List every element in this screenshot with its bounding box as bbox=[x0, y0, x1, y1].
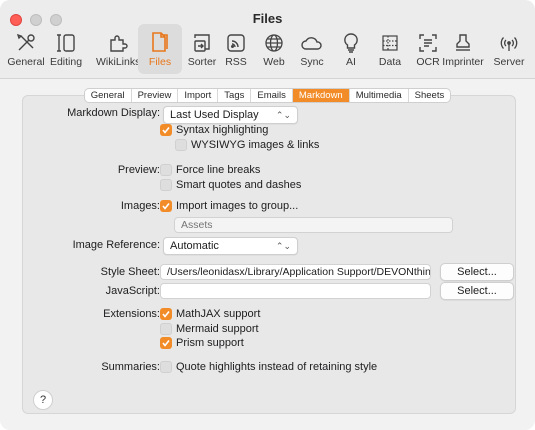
javascript-field[interactable] bbox=[160, 283, 431, 299]
tab-emails[interactable]: Emails bbox=[251, 89, 293, 102]
popup-value: Last Used Display bbox=[170, 109, 259, 121]
assets-group-field[interactable] bbox=[174, 217, 453, 233]
toolbar-label: Editing bbox=[49, 56, 83, 68]
mermaid-checkbox[interactable] bbox=[160, 323, 172, 335]
quote-highlights-checkbox[interactable] bbox=[160, 361, 172, 373]
tab-tags[interactable]: Tags bbox=[218, 89, 252, 102]
import-images-checkbox[interactable] bbox=[160, 200, 172, 212]
toolbar-label: Server bbox=[493, 56, 525, 68]
preferences-window: Files General Editing WikiLinks Files So… bbox=[0, 0, 535, 430]
toolbar-wikilinks[interactable]: WikiLinks bbox=[96, 28, 140, 72]
force-line-breaks-checkbox[interactable] bbox=[160, 164, 172, 176]
tab-bar: General Preview Import Tags Emails Markd… bbox=[0, 88, 535, 103]
style-sheet-label: Style Sheet: bbox=[100, 266, 160, 278]
editing-icon bbox=[44, 28, 88, 54]
tab-multimedia[interactable]: Multimedia bbox=[350, 89, 409, 102]
quote-highlights-label: Quote highlights instead of retaining st… bbox=[176, 361, 378, 373]
images-label: Images: bbox=[120, 200, 160, 212]
image-reference-popup[interactable]: Automatic ⌃⌄ bbox=[163, 237, 298, 255]
tab-import[interactable]: Import bbox=[178, 89, 219, 102]
mermaid-label: Mermaid support bbox=[176, 323, 259, 335]
syntax-highlighting-checkbox[interactable] bbox=[160, 124, 172, 136]
javascript-select-button[interactable]: Select... bbox=[440, 282, 514, 300]
toolbar-label: Files bbox=[148, 56, 172, 68]
popup-value: Automatic bbox=[170, 240, 219, 252]
toolbar-label: Sync bbox=[300, 56, 324, 68]
image-reference-label: Image Reference: bbox=[72, 239, 160, 251]
chevron-updown-icon: ⌃⌄ bbox=[275, 110, 291, 120]
tab-preview[interactable]: Preview bbox=[132, 89, 179, 102]
smart-quotes-label: Smart quotes and dashes bbox=[176, 179, 302, 191]
toolbar-label: WikiLinks bbox=[96, 56, 141, 68]
toolbar-label: AI bbox=[346, 56, 356, 68]
javascript-label: JavaScript: bbox=[105, 285, 160, 297]
tab-markdown[interactable]: Markdown bbox=[292, 89, 350, 102]
prism-checkbox[interactable] bbox=[160, 337, 172, 349]
toolbar-general[interactable]: General bbox=[4, 28, 48, 72]
stamp-icon bbox=[441, 28, 485, 54]
toolbar-editing[interactable]: Editing bbox=[44, 28, 88, 72]
toolbar-files[interactable]: Files bbox=[138, 24, 182, 74]
extensions-label: Extensions: bbox=[103, 308, 160, 320]
style-sheet-field[interactable]: /Users/leonidasx/Library/Application Sup… bbox=[160, 264, 431, 280]
preview-label: Preview: bbox=[117, 164, 160, 176]
style-sheet-select-button[interactable]: Select... bbox=[440, 263, 514, 281]
window-title: Files bbox=[252, 11, 283, 26]
broadcast-icon bbox=[487, 28, 531, 54]
toolbar-sync[interactable]: Sync bbox=[290, 28, 334, 72]
chevron-updown-icon: ⌃⌄ bbox=[275, 241, 291, 251]
tab-general[interactable]: General bbox=[85, 89, 132, 102]
force-line-breaks-label: Force line breaks bbox=[176, 164, 261, 176]
toolbar-server[interactable]: Server bbox=[487, 28, 531, 72]
mathjax-label: MathJAX support bbox=[176, 308, 261, 320]
toolbar-ai[interactable]: AI bbox=[329, 28, 373, 72]
markdown-display-popup[interactable]: Last Used Display ⌃⌄ bbox=[163, 106, 298, 124]
toolbar-label: Imprinter bbox=[442, 56, 484, 68]
import-images-label: Import images to group... bbox=[176, 200, 299, 212]
toolbar-label: General bbox=[7, 56, 45, 68]
mathjax-checkbox[interactable] bbox=[160, 308, 172, 320]
markdown-display-label: Markdown Display: bbox=[67, 107, 160, 119]
toolbar: Files General Editing WikiLinks Files So… bbox=[0, 0, 535, 79]
puzzle-icon bbox=[96, 28, 140, 54]
syntax-highlighting-label: Syntax highlighting bbox=[176, 124, 269, 136]
wrench-screwdriver-icon bbox=[4, 28, 48, 54]
tab-sheets[interactable]: Sheets bbox=[409, 89, 451, 102]
toolbar-imprinter[interactable]: Imprinter bbox=[441, 28, 485, 72]
prism-label: Prism support bbox=[176, 337, 244, 349]
files-icon bbox=[138, 24, 182, 54]
smart-quotes-checkbox[interactable] bbox=[160, 179, 172, 191]
help-button[interactable]: ? bbox=[33, 390, 53, 410]
summaries-label: Summaries: bbox=[101, 361, 160, 373]
cloud-icon bbox=[290, 28, 334, 54]
wysiwyg-label: WYSIWYG images & links bbox=[191, 139, 320, 151]
lightbulb-icon bbox=[329, 28, 373, 54]
wysiwyg-checkbox[interactable] bbox=[175, 139, 187, 151]
